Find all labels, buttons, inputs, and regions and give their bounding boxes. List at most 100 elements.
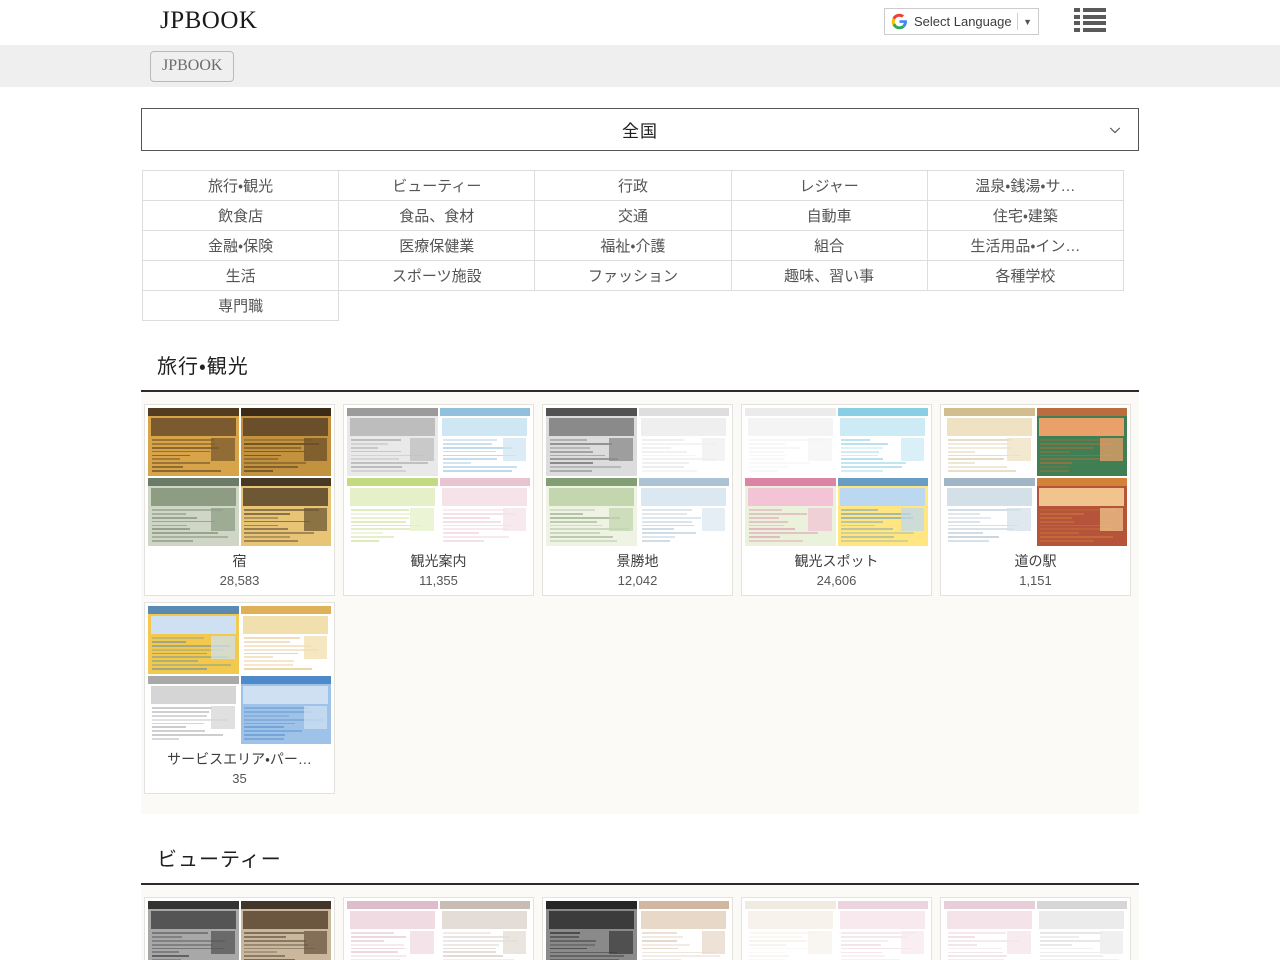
- thumbnail-tile: [148, 606, 239, 674]
- category-cell[interactable]: 生活: [143, 261, 339, 291]
- category-table-body: 旅行・観光ビューティー行政レジャー温泉・銭湯・サ… 飲食店食品、食材交通自動車住宅…: [143, 171, 1124, 321]
- category-cell[interactable]: 福祉・介護: [535, 231, 731, 261]
- menu-line: [1083, 8, 1106, 12]
- thumbnail-tile: [148, 901, 239, 960]
- card-strip: 宿28,583観光案内11,355景勝地12,042観光スポット24,606道の…: [141, 392, 1139, 814]
- card-thumbnail: [742, 405, 931, 549]
- category-card[interactable]: [343, 897, 534, 960]
- thumbnail-mock: [1037, 408, 1128, 476]
- thumbnail-mock: [944, 478, 1035, 546]
- chevron-down-icon[interactable]: ▼: [1023, 17, 1034, 27]
- thumbnail-mock: [639, 478, 730, 546]
- category-section: 旅行・観光宿28,583観光案内11,355景勝地12,042観光スポット24,…: [141, 355, 1139, 814]
- thumbnail-tile: [148, 408, 239, 476]
- menu-bullet: [1074, 21, 1080, 25]
- category-cell[interactable]: 温泉・銭湯・サ…: [927, 171, 1123, 201]
- category-cell[interactable]: 飲食店: [143, 201, 339, 231]
- category-cell[interactable]: 交通: [535, 201, 731, 231]
- region-select-value: 全国: [622, 117, 658, 142]
- sections-root: 旅行・観光宿28,583観光案内11,355景勝地12,042観光スポット24,…: [141, 355, 1139, 960]
- card-count: 35: [145, 769, 334, 793]
- menu-line: [1083, 28, 1106, 32]
- category-cell[interactable]: 医療保健業: [339, 231, 535, 261]
- thumbnail-tile: [347, 408, 438, 476]
- thumbnail-mock: [546, 478, 637, 546]
- thumbnail-tile: [148, 676, 239, 744]
- category-cell[interactable]: 食品、食材: [339, 201, 535, 231]
- thumbnail-tile: [546, 408, 637, 476]
- thumbnail-mock: [745, 478, 836, 546]
- thumbnail-tile: [440, 408, 531, 476]
- thumbnail-tile: [745, 478, 836, 546]
- category-card[interactable]: 観光案内11,355: [343, 404, 534, 596]
- thumbnail-mock: [546, 901, 637, 960]
- category-row: 生活スポーツ施設ファッション趣味、習い事各種学校: [143, 261, 1124, 291]
- category-cell[interactable]: 行政: [535, 171, 731, 201]
- category-cell[interactable]: スポーツ施設: [339, 261, 535, 291]
- category-card[interactable]: 景勝地12,042: [542, 404, 733, 596]
- section-title: ビューティー: [157, 848, 1139, 872]
- thumbnail-mock: [838, 478, 929, 546]
- thumbnail-mock: [347, 408, 438, 476]
- thumbnail-mock: [347, 901, 438, 960]
- category-row: 金融・保険医療保健業福祉・介護組合生活用品・イン…: [143, 231, 1124, 261]
- card-strip: [141, 885, 1139, 960]
- category-cell[interactable]: 各種学校: [927, 261, 1123, 291]
- category-card[interactable]: [741, 897, 932, 960]
- thumbnail-mock: [440, 408, 531, 476]
- category-cell[interactable]: 趣味、習い事: [731, 261, 927, 291]
- thumbnail-mock: [745, 408, 836, 476]
- thumbnail-mock: [241, 901, 332, 960]
- category-cell[interactable]: 住宅・建築: [927, 201, 1123, 231]
- thumbnail-mock: [639, 408, 730, 476]
- thumbnail-tile: [347, 478, 438, 546]
- card-thumbnail: [145, 603, 334, 747]
- card-label: 観光スポット: [742, 549, 931, 571]
- thumbnail-mock: [148, 606, 239, 674]
- category-cell[interactable]: 専門職: [143, 291, 339, 321]
- thumbnail-mock: [838, 408, 929, 476]
- category-cell[interactable]: 生活用品・イン…: [927, 231, 1123, 261]
- card-thumbnail: [742, 898, 931, 960]
- category-card[interactable]: [144, 897, 335, 960]
- thumbnail-tile: [944, 901, 1035, 960]
- site-brand[interactable]: JPBOOK: [160, 6, 257, 36]
- chevron-down-icon: [1108, 123, 1122, 137]
- card-label: 道の駅: [941, 549, 1130, 571]
- site-header: JPBOOK Select Language ▼: [0, 0, 1280, 45]
- thumbnail-tile: [440, 478, 531, 546]
- category-cell[interactable]: ビューティー: [339, 171, 535, 201]
- category-card[interactable]: 観光スポット24,606: [741, 404, 932, 596]
- category-cell-empty: [731, 291, 927, 321]
- region-select[interactable]: 全国: [141, 108, 1139, 151]
- card-thumbnail: [344, 898, 533, 960]
- category-card[interactable]: [542, 897, 733, 960]
- category-card[interactable]: 道の駅1,151: [940, 404, 1131, 596]
- thumbnail-tile: [546, 901, 637, 960]
- thumbnail-mock: [241, 408, 332, 476]
- thumbnail-mock: [1037, 478, 1128, 546]
- thumbnail-tile: [639, 408, 730, 476]
- thumbnail-mock: [944, 408, 1035, 476]
- menu-row: [1074, 8, 1106, 12]
- thumbnail-tile: [838, 478, 929, 546]
- google-translate-widget[interactable]: Select Language ▼: [884, 8, 1039, 35]
- category-cell[interactable]: レジャー: [731, 171, 927, 201]
- translate-label: Select Language: [914, 14, 1014, 29]
- category-cell[interactable]: 旅行・観光: [143, 171, 339, 201]
- category-card[interactable]: サービスエリア・パー…35: [144, 602, 335, 794]
- category-cell[interactable]: ファッション: [535, 261, 731, 291]
- category-cell[interactable]: 自動車: [731, 201, 927, 231]
- category-cell[interactable]: 金融・保険: [143, 231, 339, 261]
- thumbnail-tile: [241, 408, 332, 476]
- content-container: 全国 旅行・観光ビューティー行政レジャー温泉・銭湯・サ…飲食店食品、食材交通自動…: [141, 108, 1139, 960]
- thumbnail-tile: [639, 901, 730, 960]
- category-card[interactable]: 宿28,583: [144, 404, 335, 596]
- category-card[interactable]: [940, 897, 1131, 960]
- breadcrumb-item-jpbook[interactable]: JPBOOK: [150, 51, 234, 82]
- translate-divider: [1017, 13, 1018, 30]
- category-table: 旅行・観光ビューティー行政レジャー温泉・銭湯・サ… 飲食店食品、食材交通自動車住宅…: [142, 170, 1124, 321]
- list-menu-icon[interactable]: [1074, 6, 1106, 34]
- thumbnail-tile: [944, 478, 1035, 546]
- category-cell[interactable]: 組合: [731, 231, 927, 261]
